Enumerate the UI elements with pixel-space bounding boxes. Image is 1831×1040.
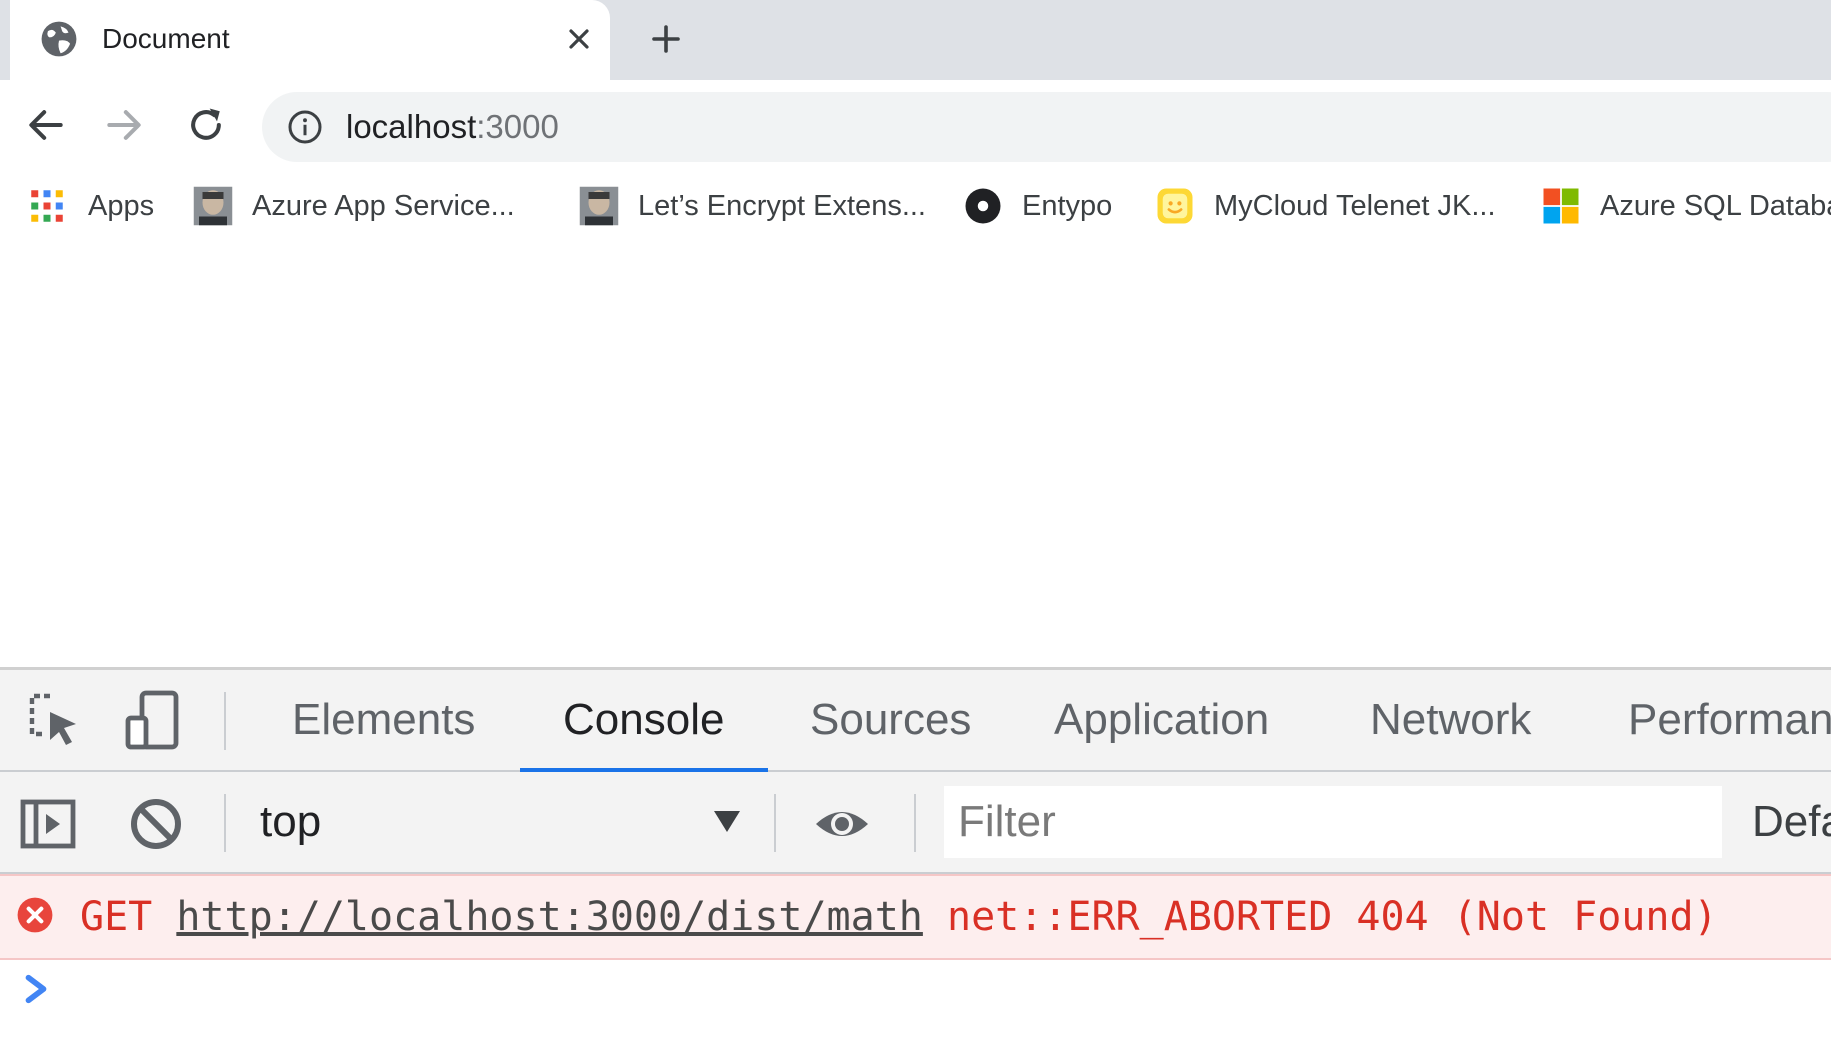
- error-icon: [17, 897, 53, 933]
- tab-sources[interactable]: Sources: [810, 670, 971, 770]
- url-host: localhost: [346, 108, 477, 145]
- avatar-photo-icon: [193, 186, 233, 226]
- bookmarks-bar: Apps Azure App Service... Let’s Encrypt …: [0, 175, 1831, 237]
- console-toolbar: top Defa: [0, 772, 1831, 874]
- microsoft-logo-icon: [1543, 188, 1579, 224]
- browser-tab[interactable]: Document: [10, 0, 610, 80]
- bookmark-label: Azure SQL Databa: [1600, 189, 1831, 222]
- context-selector[interactable]: top: [260, 772, 321, 872]
- error-method: GET: [80, 894, 153, 940]
- default-levels-dropdown[interactable]: Defa: [1752, 772, 1831, 872]
- bookmark-mycloud[interactable]: MyCloud Telenet JK...: [1154, 175, 1496, 237]
- close-icon[interactable]: [563, 23, 595, 55]
- device-toolbar-icon[interactable]: [124, 690, 180, 750]
- tab-performance[interactable]: Performan: [1628, 670, 1831, 770]
- bookmark-azure-app-service[interactable]: Azure App Service...: [192, 175, 515, 237]
- toolbar-divider: [774, 794, 776, 852]
- inspect-element-icon[interactable]: [26, 690, 82, 750]
- apps-grid-icon: [31, 190, 63, 222]
- tab-console[interactable]: Console: [563, 670, 724, 770]
- entypo-icon: [965, 188, 1001, 224]
- bookmark-apps[interactable]: Apps: [26, 175, 154, 237]
- bookmark-label: MyCloud Telenet JK...: [1214, 189, 1496, 222]
- bookmark-label: Entypo: [1022, 189, 1113, 222]
- error-url-link[interactable]: http://localhost:3000/dist/math: [176, 894, 923, 940]
- clear-console-icon[interactable]: [128, 794, 184, 854]
- devtools-panel: Elements Console Sources Application Net…: [0, 667, 1831, 1040]
- bookmark-label: Let’s Encrypt Extens...: [638, 189, 926, 222]
- bookmark-azure-sql[interactable]: Azure SQL Databa: [1540, 175, 1831, 237]
- filter-box[interactable]: [944, 786, 1722, 858]
- console-prompt-chevron-icon: [25, 974, 47, 1004]
- tab-application[interactable]: Application: [1054, 670, 1269, 770]
- console-error-message: GET http://localhost:3000/dist/math net:…: [0, 874, 1831, 960]
- page-content: [0, 237, 1831, 667]
- tab-network[interactable]: Network: [1370, 670, 1531, 770]
- avatar-photo-icon: [579, 186, 619, 226]
- mycloud-smiley-icon: [1157, 188, 1193, 224]
- forward-arrow-icon[interactable]: [102, 103, 146, 147]
- url-text[interactable]: localhost:3000: [346, 92, 559, 162]
- new-tab-plus-icon[interactable]: [648, 18, 684, 60]
- bookmark-entypo[interactable]: Entypo: [962, 175, 1112, 237]
- filter-input[interactable]: [958, 786, 1698, 858]
- toolbar-divider: [914, 794, 916, 852]
- eye-icon[interactable]: [814, 794, 870, 854]
- devtools-tab-bar: Elements Console Sources Application Net…: [0, 670, 1831, 772]
- url-port: :3000: [476, 108, 559, 145]
- tab-title: Document: [102, 23, 230, 54]
- bookmark-lets-encrypt[interactable]: Let’s Encrypt Extens...: [578, 175, 926, 237]
- reload-icon[interactable]: [184, 103, 228, 147]
- sidebar-toggle-icon[interactable]: [20, 794, 76, 854]
- address-bar[interactable]: localhost:3000: [262, 92, 1831, 162]
- bookmark-label: Azure App Service...: [252, 189, 515, 222]
- info-icon[interactable]: [287, 109, 323, 145]
- globe-icon: [41, 21, 77, 57]
- error-text: GET http://localhost:3000/dist/math net:…: [80, 876, 1718, 958]
- bookmark-label: Apps: [88, 189, 155, 222]
- back-arrow-icon[interactable]: [24, 103, 68, 147]
- browser-toolbar: localhost:3000: [0, 80, 1831, 175]
- dropdown-arrow-icon[interactable]: [712, 808, 742, 834]
- error-message: net::ERR_ABORTED 404 (Not Found): [946, 894, 1718, 940]
- toolbar-divider: [224, 794, 226, 852]
- toolbar-divider: [224, 692, 226, 750]
- tab-strip: Document: [0, 0, 1831, 80]
- tab-elements[interactable]: Elements: [292, 670, 475, 770]
